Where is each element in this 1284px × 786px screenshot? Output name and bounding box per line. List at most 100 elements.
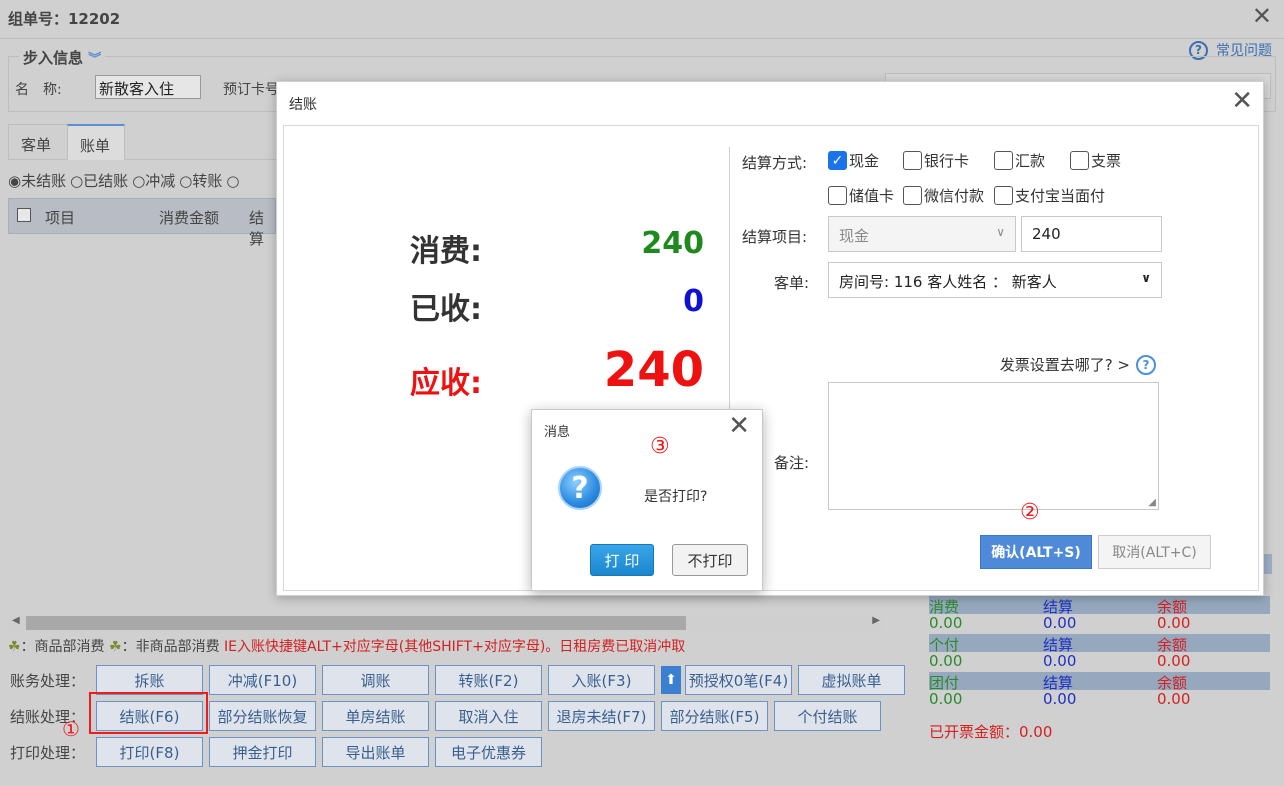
summary-head: 消费 结算 余额 [929,596,1270,616]
method-label-text: 现金 [849,152,880,170]
filter-unsettled[interactable]: ◉未结账 [8,172,66,190]
scroll-left-icon[interactable]: ◀ [12,615,20,626]
row-label: 结账处理： [10,707,86,726]
legend-goods: ：商品部消费 [20,639,105,655]
post-button[interactable]: 入账(F3) [548,665,655,695]
tab-guest-order[interactable]: 客单 [8,124,68,160]
checkbox-icon [994,151,1013,170]
col-amount: 消费金额 [159,209,220,227]
cancel-button[interactable]: 取消(ALT+C) [1098,535,1211,569]
window-close-icon[interactable]: ✕ [1252,2,1272,30]
bill-grid-header: 项目 消费金额 结算 [8,198,276,248]
received-row: 已收: 0 [284,284,704,334]
col-settle: 结算 [249,209,265,248]
chevron-down-icon: ∨ [1141,271,1151,285]
name-input[interactable]: 新散客入住 [95,75,201,99]
method-alipay[interactable]: 支付宝当面付 [994,185,1105,206]
transfer-button[interactable]: 转账(F2) [435,665,542,695]
print-row: 打印处理： 打印(F8) 押金打印 导出账单 电子优惠券 [10,736,548,768]
single-room-checkout-button[interactable]: 单房结账 [322,701,429,731]
method-label-text: 支付宝当面付 [1015,187,1106,205]
close-icon[interactable]: ✕ [1231,86,1253,116]
memo-textarea[interactable]: ◢ [828,382,1159,510]
invoiced-amount: 已开票金额：0.00 [929,723,1053,741]
value: 0.00 [1043,652,1077,670]
checkout-dialog: 结账 ✕ 消费: 240 已收: 0 应收: 240 结算方式: ✓ 现金 银行卡… [276,81,1264,596]
method-check[interactable]: 支票 [1070,150,1121,171]
checkbox-icon [1070,151,1089,170]
partial-restore-button[interactable]: 部分结账恢复 [209,701,316,731]
method-cash[interactable]: ✓ 现金 [828,150,879,171]
filter-offset[interactable]: ○冲减 [132,172,175,190]
confirm-button[interactable]: 确认(ALT+S) [980,535,1092,569]
cancel-checkin-button[interactable]: 取消入住 [435,701,542,731]
split-bill-button[interactable]: 拆账 [96,665,203,695]
received-value: 0 [683,284,704,319]
shortcut-hint: IE入账快捷键ALT+对应字母(其他SHIFT+对应字母)。日租房费已取消冲取 [224,639,686,655]
select-value: 房间号: 116 客人姓名 ： 新客人 [839,273,1057,291]
bill-filter-radios: ◉未结账 ○已结账 ○冲减 ○转账 ○ [8,170,243,191]
virtual-bill-button[interactable]: 虚拟账单 [798,665,905,695]
horizontal-scrollbar[interactable]: ◀ ▶ [8,614,884,632]
method-wechat[interactable]: 微信付款 [903,185,984,206]
scroll-thumb[interactable] [26,616,686,630]
method-label-text: 储值卡 [849,187,895,205]
col-item: 项目 [45,209,76,227]
checkout-unsettled-button[interactable]: 退房未结(F7) [548,701,655,731]
value: 0.00 [1043,690,1077,708]
invoice-settings-link[interactable]: 发票设置去哪了? > ? [1000,354,1156,375]
summary-head: 个付 结算 余额 [929,634,1270,654]
no-print-button[interactable]: 不打印 [672,544,748,576]
help-icon: ? [1136,354,1156,375]
legend-line: ☘：商品部消费 ☘：非商品部消费 IE入账快捷键ALT+对应字母(其他SHIFT… [8,636,685,656]
value: 0.00 [1157,690,1191,708]
value: 0.00 [1043,614,1077,632]
settle-amount-input[interactable]: 240 [1021,216,1162,252]
e-coupon-button[interactable]: 电子优惠券 [435,737,542,767]
row-label: 账务处理： [10,671,86,690]
close-icon[interactable]: ✕ [728,411,750,441]
summary-table: 消费 结算 余额 0.00 0.00 0.00 个付 结算 余额 0.00 0.… [929,596,1270,710]
print-button[interactable]: 打印(F8) [96,737,203,767]
method-label: 结算方式: [742,154,808,172]
preauth-button[interactable]: 预授权0笔(F4) [685,665,792,695]
scroll-right-icon[interactable]: ▶ [872,615,880,626]
settle-item-select[interactable]: 现金 ∨ [828,216,1016,252]
invoice-question-text: 发票设置去哪了? > [999,356,1130,374]
method-label-text: 微信付款 [924,187,985,205]
tab-bill[interactable]: 账单 [67,124,125,160]
select-all-checkbox[interactable] [17,208,31,222]
export-bill-button[interactable]: 导出账单 [322,737,429,767]
vertical-divider [729,147,730,447]
filter-transfer[interactable]: ○转账 [179,172,222,190]
checkout-highlight-box [89,692,208,734]
dialog-body: 消费: 240 已收: 0 应收: 240 结算方式: ✓ 现金 银行卡 汇款 支… [283,125,1259,591]
annotation-3: ③ [650,434,670,459]
print-confirm-button[interactable]: 打 印 [590,544,654,576]
chevron-down-icon: ︾ [88,52,102,67]
filter-all[interactable]: ○ [226,172,239,190]
method-remittance[interactable]: 汇款 [994,150,1045,171]
summary-row: 0.00 0.00 0.00 [929,652,1270,672]
section-title: 步入信息 [23,49,84,67]
section-legend[interactable]: 步入信息 ︾ [19,47,106,68]
arrow-up-icon[interactable]: ⬆ [661,666,681,694]
nongoods-icon: ☘ [109,639,122,655]
checkbox-icon [903,151,922,170]
deposit-print-button[interactable]: 押金打印 [209,737,316,767]
offset-button[interactable]: 冲减(F10) [209,665,316,695]
adjust-button[interactable]: 调账 [322,665,429,695]
consume-row: 消费: 240 [284,226,704,276]
guest-order-select[interactable]: 房间号: 116 客人姓名 ： 新客人 ∨ [828,262,1162,298]
method-bankcard[interactable]: 银行卡 [903,150,969,171]
row-label: 打印处理： [10,743,86,762]
individual-checkout-button[interactable]: 个付结账 [774,701,881,731]
due-row: 应收: 240 [284,342,704,401]
filter-settled[interactable]: ○已结账 [70,172,128,190]
checkbox-icon [994,186,1013,205]
value: 0.00 [929,652,963,670]
resize-grip-icon[interactable]: ◢ [1148,497,1156,508]
partial-checkout-button[interactable]: 部分结账(F5) [661,701,768,731]
chevron-down-icon: ∨ [996,225,1005,239]
method-storedcard[interactable]: 储值卡 [828,185,894,206]
